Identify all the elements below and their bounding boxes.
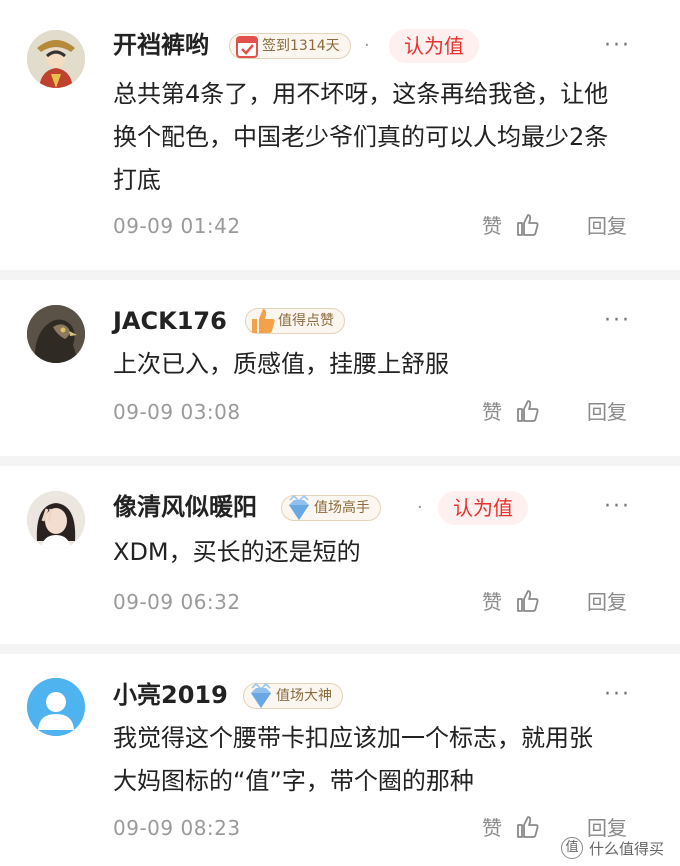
badge-label: 值得点赞 bbox=[278, 313, 334, 329]
thumbs-up-icon[interactable] bbox=[515, 398, 541, 424]
badge-label: 值场大神 bbox=[276, 688, 332, 704]
divider bbox=[0, 270, 680, 280]
separator-dot: · bbox=[417, 497, 423, 518]
comment-time: 09-09 08:23 bbox=[113, 816, 241, 840]
username[interactable]: 开裆裤哟 bbox=[113, 30, 209, 60]
username[interactable]: 像清风似暖阳 bbox=[113, 492, 257, 522]
rank-badge: 值场大神 bbox=[243, 680, 343, 712]
like-button[interactable]: 赞 bbox=[482, 400, 502, 424]
comment-text-line: XDM，买长的还是短的 bbox=[113, 538, 361, 566]
avatar[interactable] bbox=[27, 305, 85, 363]
like-button[interactable]: 赞 bbox=[482, 214, 502, 238]
thumbs-up-icon bbox=[248, 305, 278, 337]
comment-text: 总共第4条了，用不坏呀，这条再给我爸，让他 换个配色，中国老少爷们真的可以人均最… bbox=[113, 73, 658, 202]
comment-time: 09-09 03:08 bbox=[113, 400, 241, 424]
like-button[interactable]: 赞 bbox=[482, 816, 502, 840]
divider bbox=[0, 644, 680, 654]
divider bbox=[0, 456, 680, 466]
checkin-badge: 签到1314天 bbox=[229, 33, 351, 59]
comment-text: 上次已入，质感值，挂腰上舒服 bbox=[113, 343, 658, 386]
reply-button[interactable]: 回复 bbox=[587, 214, 627, 238]
rank-badge: 值场高手 bbox=[281, 492, 381, 524]
comment-item: 小亮2019 值场大神 ··· 我觉得这个腰带卡扣应该加一个标志，就用张 大妈图… bbox=[0, 654, 680, 866]
comment-item: 开裆裤哟 签到1314天 · 认为值 ··· 总共第4条了，用不坏呀，这条再给我… bbox=[0, 0, 680, 272]
comment-text: 我觉得这个腰带卡扣应该加一个标志，就用张 大妈图标的“值”字，带个圈的那种 bbox=[113, 717, 658, 803]
diamond-icon bbox=[246, 680, 276, 712]
comment-text-line: 打底 bbox=[113, 166, 161, 194]
thumbs-up-icon[interactable] bbox=[515, 212, 541, 238]
watermark: 值 什么值得买 bbox=[560, 836, 664, 860]
comment-time: 09-09 06:32 bbox=[113, 590, 241, 614]
calendar-check-icon bbox=[232, 30, 262, 62]
more-icon[interactable]: ··· bbox=[604, 35, 631, 57]
comment-text-line: 换个配色，中国老少爷们真的可以人均最少2条 bbox=[113, 123, 609, 151]
thumbs-up-icon[interactable] bbox=[515, 588, 541, 614]
username[interactable]: JACK176 bbox=[113, 306, 227, 336]
approve-tag: 认为值 bbox=[389, 29, 479, 63]
more-icon[interactable]: ··· bbox=[604, 496, 631, 518]
comment-text: XDM，买长的还是短的 bbox=[113, 531, 658, 574]
avatar[interactable] bbox=[27, 30, 85, 88]
avatar[interactable] bbox=[27, 678, 85, 736]
diamond-icon bbox=[284, 492, 314, 524]
username[interactable]: 小亮2019 bbox=[113, 680, 228, 710]
reply-button[interactable]: 回复 bbox=[587, 590, 627, 614]
thumbs-up-icon[interactable] bbox=[515, 814, 541, 840]
like-badge: 值得点赞 bbox=[245, 308, 345, 334]
comment-text-line: 总共第4条了，用不坏呀，这条再给我爸，让他 bbox=[113, 80, 609, 108]
watermark-text: 什么值得买 bbox=[588, 839, 664, 858]
more-icon[interactable]: ··· bbox=[604, 684, 631, 706]
badge-label: 签到1314天 bbox=[262, 38, 340, 54]
avatar[interactable] bbox=[27, 491, 85, 549]
comment-time: 09-09 01:42 bbox=[113, 214, 241, 238]
like-button[interactable]: 赞 bbox=[482, 590, 502, 614]
smzdm-logo-icon: 值 bbox=[560, 837, 583, 859]
more-icon[interactable]: ··· bbox=[604, 310, 631, 332]
reply-button[interactable]: 回复 bbox=[587, 400, 627, 424]
comment-item: JACK176 值得点赞 ··· 上次已入，质感值，挂腰上舒服 09-09 03… bbox=[0, 280, 680, 456]
badge-label: 值场高手 bbox=[314, 500, 370, 516]
comment-text-line: 上次已入，质感值，挂腰上舒服 bbox=[113, 350, 449, 378]
comment-text-line: 我觉得这个腰带卡扣应该加一个标志，就用张 bbox=[113, 724, 593, 752]
separator-dot: · bbox=[364, 35, 370, 56]
approve-tag: 认为值 bbox=[438, 491, 528, 525]
comment-text-line: 大妈图标的“值”字，带个圈的那种 bbox=[113, 767, 474, 795]
comment-item: 像清风似暖阳 值场高手 · 认为值 ··· XDM，买长的还是短的 09-09 … bbox=[0, 466, 680, 644]
